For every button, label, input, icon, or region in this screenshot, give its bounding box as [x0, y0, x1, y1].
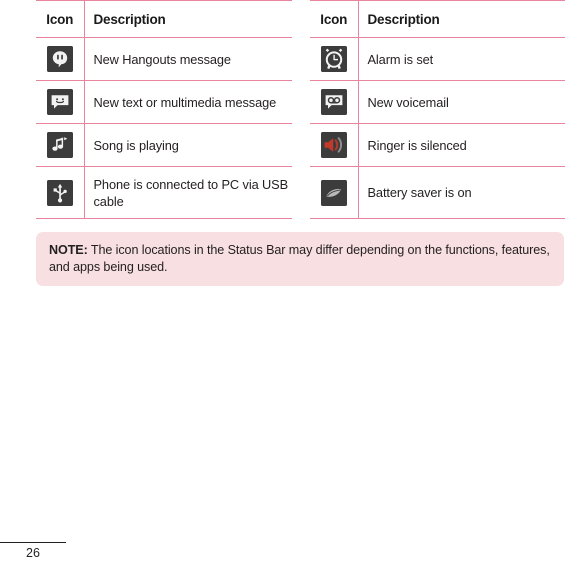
table-row: Phone is connected to PC via USB cable: [36, 166, 292, 219]
status-icons-table-left: Icon Description New Hangouts message Ne…: [36, 0, 292, 219]
description-cell: New text or multimedia message: [84, 80, 292, 124]
description-cell: New voicemail: [358, 80, 565, 124]
description-cell: New Hangouts message: [84, 37, 292, 81]
icon-cell: [310, 166, 359, 219]
ringer-silenced-icon: [320, 132, 347, 158]
battery-saver-icon: [320, 179, 347, 206]
table-row: New text or multimedia message: [36, 80, 292, 124]
description-cell: Battery saver is on: [358, 166, 565, 219]
column-header-icon: Icon: [310, 0, 359, 38]
icon-cell: [36, 123, 85, 167]
note-callout: NOTE: The icon locations in the Status B…: [36, 232, 564, 286]
table-header-row: Icon Description: [36, 0, 292, 38]
alarm-clock-icon: [320, 46, 347, 72]
table-row: Song is playing: [36, 123, 292, 167]
status-icon-tables: Icon Description New Hangouts message Ne…: [36, 0, 565, 219]
hangouts-message-icon: [46, 46, 73, 72]
column-header-description: Description: [84, 0, 292, 38]
note-text: The icon locations in the Status Bar may…: [49, 243, 550, 274]
table-row: New voicemail: [310, 80, 565, 124]
voicemail-icon: [320, 89, 347, 115]
icon-cell: [310, 123, 359, 167]
status-icons-table-right: Icon Description Alarm is set New voicem…: [310, 0, 565, 219]
description-cell: Alarm is set: [358, 37, 565, 81]
table-row: Battery saver is on: [310, 166, 565, 219]
column-header-description: Description: [358, 0, 565, 38]
description-cell: Song is playing: [84, 123, 292, 167]
table-row: Ringer is silenced: [310, 123, 565, 167]
icon-cell: [36, 166, 85, 219]
page-number: 26: [26, 546, 40, 560]
music-note-icon: [46, 132, 73, 158]
icon-cell: [310, 80, 359, 124]
table-row: Alarm is set: [310, 37, 565, 81]
table-row: New Hangouts message: [36, 37, 292, 81]
column-header-icon: Icon: [36, 0, 85, 38]
table-header-row: Icon Description: [310, 0, 565, 38]
page-footer: 26: [0, 542, 66, 560]
note-label: NOTE:: [49, 243, 88, 257]
icon-cell: [36, 80, 85, 124]
icon-cell: [310, 37, 359, 81]
icon-cell: [36, 37, 85, 81]
usb-icon: [46, 179, 73, 206]
text-multimedia-message-icon: [46, 89, 73, 115]
description-cell: Phone is connected to PC via USB cable: [84, 166, 292, 219]
description-cell: Ringer is silenced: [358, 123, 565, 167]
